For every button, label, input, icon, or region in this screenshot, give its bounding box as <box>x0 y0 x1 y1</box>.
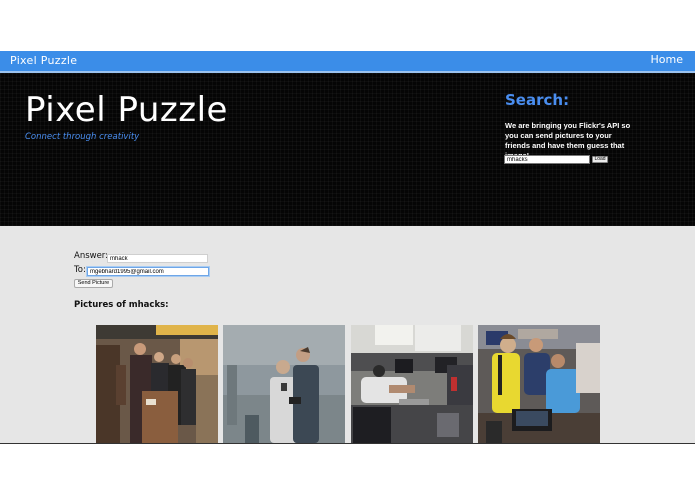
picture-thumbnail-3[interactable] <box>351 325 473 443</box>
browser-top-whitespace <box>0 0 695 51</box>
picture-thumbnail-1[interactable] <box>96 325 218 443</box>
load-button[interactable]: Load <box>592 156 608 163</box>
hero-title: Pixel Puzzle <box>25 90 228 130</box>
browser-bottom-whitespace <box>0 444 695 494</box>
picture-thumbnail-4[interactable] <box>478 325 600 443</box>
recipient-email-field[interactable] <box>87 267 209 276</box>
hero-banner: Pixel Puzzle Connect through creativity … <box>0 73 695 226</box>
picture-1-image <box>96 325 218 443</box>
home-link[interactable]: Home <box>651 53 683 66</box>
answer-field[interactable] <box>107 254 208 263</box>
top-navbar: Pixel Puzzle Home <box>0 51 695 71</box>
search-input[interactable] <box>504 155 590 164</box>
main-content: Answer: To: Send Picture Pictures of mha… <box>0 226 695 443</box>
pictures-heading: Pictures of mhacks: <box>74 300 169 310</box>
answer-label: Answer: <box>74 251 109 261</box>
picture-3-image <box>351 325 473 443</box>
picture-2-image <box>223 325 345 443</box>
search-heading: Search: <box>505 91 570 109</box>
hero-tagline: Connect through creativity <box>25 132 140 142</box>
to-label: To: <box>74 265 86 275</box>
send-picture-button[interactable]: Send Picture <box>74 279 113 288</box>
picture-thumbnail-2[interactable] <box>223 325 345 443</box>
picture-4-image <box>478 325 600 443</box>
navbar-brand-link[interactable]: Pixel Puzzle <box>10 54 77 67</box>
